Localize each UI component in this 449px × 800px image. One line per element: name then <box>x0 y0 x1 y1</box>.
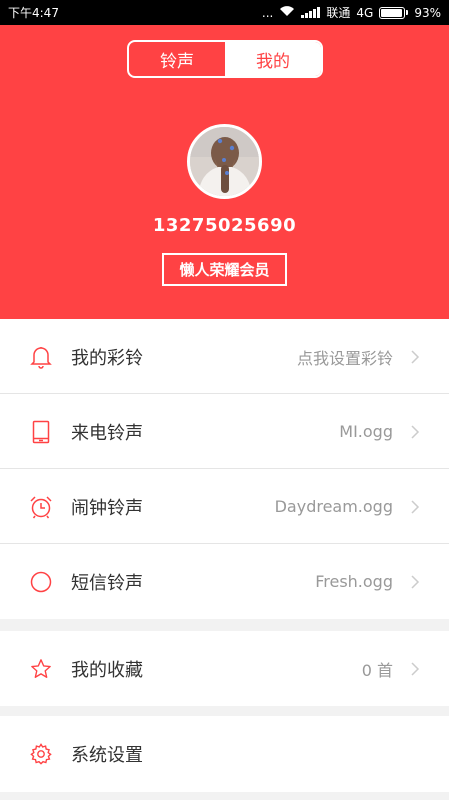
menu-label: 来电铃声 <box>71 422 143 444</box>
signal-icon <box>301 7 321 18</box>
message-circle-icon <box>29 570 53 594</box>
status-bar: 下午4:47 ... 联通 4G 93% <box>0 0 449 25</box>
network-type: 4G <box>356 5 374 20</box>
avatar-image <box>190 127 259 196</box>
battery-percent: 93% <box>414 5 441 20</box>
bell-icon <box>29 345 53 369</box>
alarm-clock-icon <box>29 495 53 519</box>
star-icon <box>29 657 53 681</box>
menu-value: MI.ogg <box>339 422 393 441</box>
menu-item-my-color-ring[interactable]: 我的彩铃 点我设置彩铃 <box>0 319 449 394</box>
menu-value: 点我设置彩铃 <box>296 348 393 368</box>
notification-dots: ... <box>261 5 274 20</box>
chevron-right-icon <box>407 574 423 590</box>
avatar[interactable] <box>187 124 262 199</box>
tab-mine[interactable]: 我的 <box>225 42 321 76</box>
menu-value: Fresh.ogg <box>315 572 393 591</box>
menu-label: 短信铃声 <box>71 572 143 594</box>
menu-label: 我的彩铃 <box>71 347 143 369</box>
menu-item-alarm-ringtone[interactable]: 闹钟铃声 Daydream.ogg <box>0 469 449 544</box>
wifi-icon <box>279 5 295 20</box>
menu-value: Daydream.ogg <box>274 497 393 516</box>
chevron-right-icon <box>407 661 423 677</box>
status-indicators: ... 联通 4G 93% <box>262 4 441 21</box>
chevron-right-icon <box>407 499 423 515</box>
menu-item-call-ringtone[interactable]: 来电铃声 MI.ogg <box>0 394 449 469</box>
menu-label: 我的收藏 <box>71 659 143 681</box>
tab-ringtones[interactable]: 铃声 <box>129 42 225 76</box>
menu-label: 系统设置 <box>71 745 143 766</box>
menu-item-favorites[interactable]: 我的收藏 0 首 <box>0 631 449 706</box>
menu-value: 0 首 <box>361 660 393 680</box>
battery-icon <box>379 6 409 19</box>
tab-switcher: 铃声 我的 <box>127 40 323 78</box>
chevron-right-icon <box>407 424 423 440</box>
phone-icon <box>29 420 53 444</box>
menu-item-settings[interactable]: 系统设置 <box>0 716 449 792</box>
menu-item-sms-ringtone[interactable]: 短信铃声 Fresh.ogg <box>0 544 449 619</box>
phone-number: 13275025690 <box>152 215 297 236</box>
profile-header: 铃声 我的 13275025690 懒人荣耀会员 <box>0 25 449 319</box>
chevron-right-icon <box>407 349 423 365</box>
gear-icon <box>29 742 53 766</box>
carrier-name: 联通 <box>326 6 351 20</box>
menu-label: 闹钟铃声 <box>71 497 143 519</box>
status-time: 下午4:47 <box>8 6 59 20</box>
membership-badge[interactable]: 懒人荣耀会员 <box>162 253 287 286</box>
